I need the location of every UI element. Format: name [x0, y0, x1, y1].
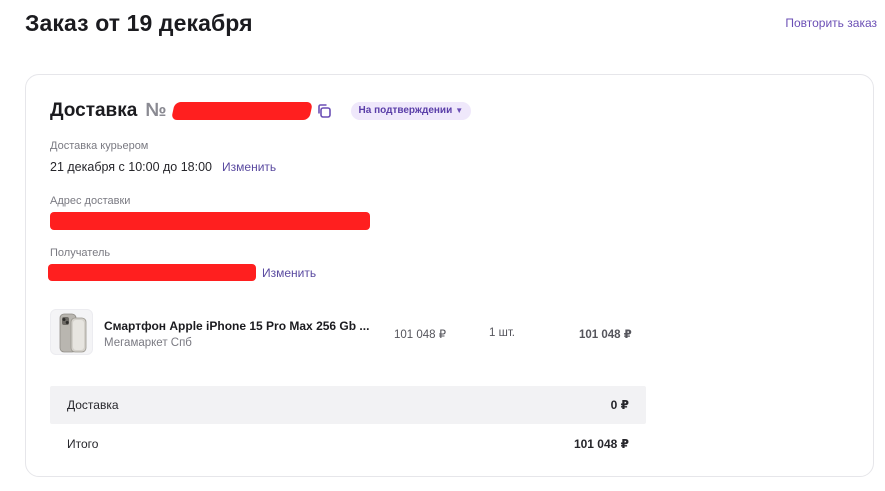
product-price: 101 048 ₽ [394, 329, 447, 341]
redacted-order-number [170, 102, 313, 120]
status-badge[interactable]: На подтверждении ▼ [350, 102, 472, 120]
summary-delivery-row: Доставка 0 ₽ [50, 386, 646, 424]
change-recipient-link[interactable]: Изменить [262, 266, 316, 280]
summary-total-row: Итого 101 048 ₽ [50, 425, 646, 463]
repeat-order-link[interactable]: Повторить заказ [785, 16, 877, 30]
product-row: Смартфон Apple iPhone 15 Pro Max 256 Gb … [50, 309, 635, 357]
courier-time: 21 декабря с 10:00 до 18:00 [50, 160, 213, 174]
delivery-title: Доставка [50, 100, 138, 121]
summary-total-value: 101 048 ₽ [573, 437, 629, 451]
courier-time-row: 21 декабря с 10:00 до 18:00 Изменить [50, 160, 276, 174]
address-label: Адрес доставки [50, 195, 131, 207]
summary-total-label: Итого [67, 437, 99, 451]
redacted-address [50, 212, 370, 230]
courier-label: Доставка курьером [50, 140, 149, 152]
page-title: Заказ от 19 декабря [25, 10, 253, 36]
number-sign: № [145, 100, 167, 121]
product-seller: Мегамаркет Спб [104, 337, 192, 349]
redacted-recipient [48, 264, 256, 281]
summary-delivery-label: Доставка [67, 398, 119, 412]
change-time-link[interactable]: Изменить [222, 160, 276, 174]
summary-delivery-value: 0 ₽ [610, 398, 629, 412]
iphone-product-image[interactable] [50, 309, 93, 355]
product-quantity: 1 шт. [489, 327, 516, 339]
delivery-header: Доставка № На подтверждении ▼ [50, 99, 472, 123]
chevron-down-icon: ▼ [455, 106, 464, 115]
copy-icon[interactable] [315, 102, 333, 120]
product-name[interactable]: Смартфон Apple iPhone 15 Pro Max 256 Gb … [104, 319, 379, 333]
product-total: 101 048 ₽ [579, 329, 632, 341]
status-text: На подтверждении [358, 105, 453, 116]
delivery-card: Доставка № На подтверждении ▼ Доставка к… [25, 74, 874, 477]
recipient-label: Получатель [50, 247, 111, 259]
